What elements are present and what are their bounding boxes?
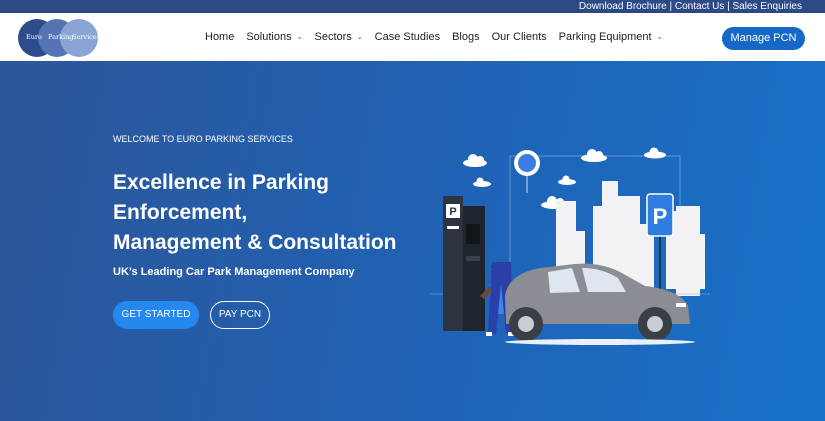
nav-item-our-clients[interactable]: Our Clients <box>492 31 547 43</box>
logo-text-services: Services <box>72 33 100 41</box>
nav-item-home[interactable]: Home <box>205 31 234 43</box>
cloud-icon <box>473 177 491 187</box>
chevron-down-icon: ⌄ <box>296 34 303 41</box>
hero-section: WELCOME TO EURO PARKING SERVICES Excelle… <box>0 61 825 421</box>
headline-line-1: Excellence in Parking <box>113 171 329 194</box>
nav-item-parking-equipment[interactable]: Parking Equipment ⌄ <box>559 31 663 43</box>
sales-enquiries-link[interactable]: Sales Enquiries <box>733 1 802 12</box>
nav-label: Case Studies <box>374 31 441 43</box>
nav-item-sectors[interactable]: Sectors ⌄ <box>314 31 362 43</box>
top-utility-bar: Download Brochure | Contact Us | Sales E… <box>0 0 825 13</box>
logo-text-parking: Parking <box>48 33 74 41</box>
logo[interactable]: Euro Parking Services <box>18 19 100 59</box>
headline-line-2: Enforcement, <box>113 201 248 224</box>
nav-label: Home <box>205 31 235 43</box>
nav-label: Solutions <box>246 31 292 43</box>
chevron-down-icon: ⌄ <box>356 34 363 41</box>
nav-label: Blogs <box>452 31 480 43</box>
logo-text-euro: Euro <box>26 33 42 41</box>
nav-item-case-studies[interactable]: Case Studies <box>375 31 440 43</box>
nav-label: Sectors <box>314 31 352 43</box>
parking-illustration: P P <box>430 147 710 345</box>
hero-eyebrow: WELCOME TO EURO PARKING SERVICES <box>113 134 293 144</box>
nav-label: Parking Equipment <box>558 31 652 43</box>
meter-panel <box>466 256 480 261</box>
manage-pcn-button[interactable]: Manage PCN <box>722 27 805 50</box>
nav-item-solutions[interactable]: Solutions ⌄ <box>246 31 302 43</box>
headline-line-3: Management & Consultation <box>113 231 397 254</box>
parking-sign-letter: P <box>653 204 668 229</box>
separator: | <box>724 1 733 12</box>
utility-links: Download Brochure | Contact Us | Sales E… <box>579 0 802 13</box>
get-started-button[interactable]: GET STARTED <box>113 301 199 329</box>
nav-label: Our Clients <box>491 31 547 43</box>
meter-slot <box>447 226 459 229</box>
chevron-down-icon: ⌄ <box>656 34 663 41</box>
cloud-icon <box>558 175 576 185</box>
nav-item-blogs[interactable]: Blogs <box>452 31 480 43</box>
cloud-icon <box>644 147 666 159</box>
cloud-icon <box>463 154 487 167</box>
pay-pcn-button[interactable]: PAY PCN <box>210 301 270 329</box>
meter-screen <box>466 224 480 244</box>
download-brochure-link[interactable]: Download Brochure <box>579 1 667 12</box>
meter-sign-letter: P <box>449 206 456 218</box>
contact-us-link[interactable]: Contact Us <box>675 1 724 12</box>
separator: | <box>666 1 675 12</box>
cloud-icon <box>581 149 607 162</box>
hero-subheadline: UK’s Leading Car Park Management Company <box>113 266 355 278</box>
gear-center <box>518 154 536 172</box>
hero-headline: Excellence in Parking Enforcement, Manag… <box>113 168 397 258</box>
site-header: Euro Parking Services Home Solutions ⌄ Se… <box>0 13 825 61</box>
main-nav: Home Solutions ⌄ Sectors ⌄ Case Studies Bl… <box>205 13 674 61</box>
